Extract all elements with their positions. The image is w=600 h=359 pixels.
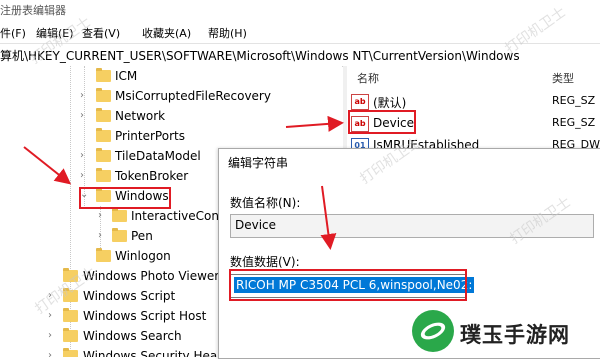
site-logo-text: 璞玉手游网 [460, 323, 570, 347]
site-logo-icon [412, 310, 454, 352]
arrow-to-windows-key [23, 146, 72, 185]
arrow-to-device-value [285, 115, 344, 132]
arrow-to-value-data [320, 185, 337, 250]
site-logo: 璞玉手游网 [405, 305, 600, 357]
